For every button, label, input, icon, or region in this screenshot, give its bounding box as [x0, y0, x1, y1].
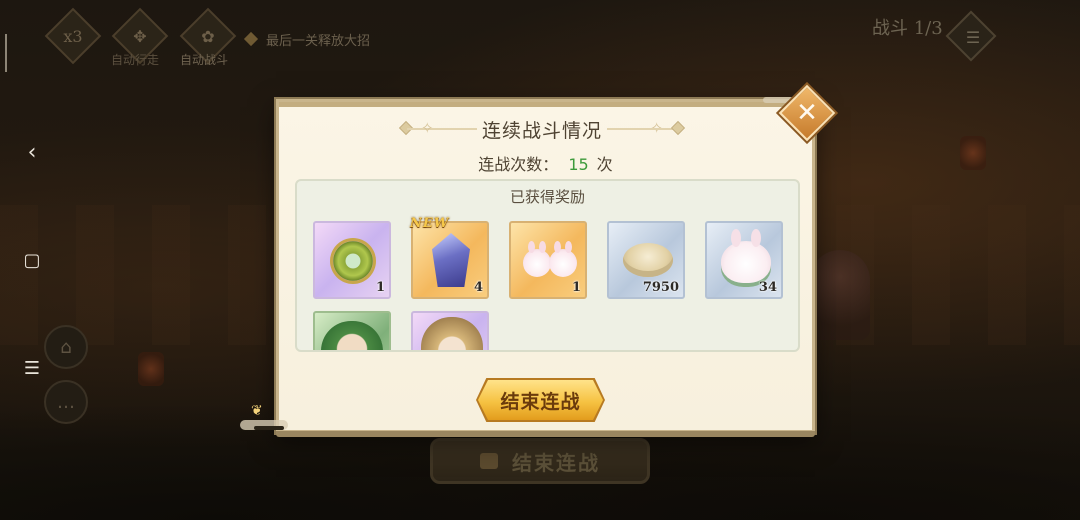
menu-icon[interactable]: ☰	[18, 354, 46, 382]
consecutive-battle-dialog: ✧ 连续战斗情况 ✧ 连战次数： 15 次 已获得奖励 1 4 1 7950	[276, 99, 815, 437]
flower-icon: ✿	[201, 26, 215, 46]
bunny-pair-icon	[521, 241, 579, 281]
reward-item[interactable]: 4	[411, 221, 489, 299]
green-hair-portrait	[321, 321, 383, 350]
back-icon[interactable]: ‹	[18, 138, 46, 166]
blue-crystal-icon	[432, 233, 470, 287]
reward-item[interactable]	[411, 311, 489, 350]
last-stage-tip[interactable]: 最后一关释放大招	[266, 30, 370, 49]
character-icon[interactable]: ⌂	[44, 325, 88, 369]
reward-count: 1	[375, 280, 385, 295]
new-badge: NEW	[410, 216, 450, 231]
end-battle-button[interactable]: 结束连战	[478, 380, 603, 420]
reward-count: 7950	[642, 280, 679, 295]
dialog-title: 连续战斗情况	[481, 119, 602, 142]
reward-item[interactable]: 7950	[607, 221, 685, 299]
home-icon[interactable]: ▢	[18, 246, 46, 274]
battle-count-unit: 次	[596, 155, 613, 174]
gold-hair-portrait	[421, 317, 483, 350]
reward-item[interactable]: 34	[705, 221, 783, 299]
ribbon-line	[607, 128, 677, 130]
system-nav-rail: ‹ ▢ ☰	[0, 0, 60, 520]
chat-icon[interactable]: …	[44, 380, 88, 424]
battle-counter: 战斗 1/3	[872, 18, 943, 39]
footsteps-icon: ✥	[133, 26, 147, 46]
reward-count: 4	[473, 280, 483, 295]
rewards-panel: 已获得奖励 1 4 1 7950 34	[295, 179, 800, 352]
lantern-left	[138, 352, 164, 386]
reward-item[interactable]	[313, 311, 391, 350]
battle-count-label: 连战次数：	[478, 155, 559, 174]
ribbon-line	[407, 128, 477, 130]
reward-item[interactable]: 1	[313, 221, 391, 299]
green-ring-icon	[330, 238, 376, 284]
cloud-ornament-shadow	[254, 426, 284, 430]
bunny-cushion-icon	[721, 229, 771, 283]
butterfly-icon: ❦	[251, 403, 263, 419]
dialog-top-trim	[279, 102, 812, 107]
box-icon	[480, 453, 498, 469]
character-sprite	[810, 250, 870, 340]
rewards-title: 已获得奖励	[509, 188, 585, 206]
battle-count: 连战次数： 15 次	[279, 151, 812, 175]
ribbon-gem-icon	[670, 120, 686, 136]
battle-count-value: 15	[568, 155, 589, 174]
background-end-battle-label: 结束连战	[512, 450, 600, 475]
reward-count: 1	[571, 280, 581, 295]
reward-item[interactable]: 1	[509, 221, 587, 299]
game-menu-icon: ☰	[965, 27, 981, 47]
title-ribbon: ✧ 连续战斗情况 ✧	[398, 114, 686, 144]
reward-count: 34	[758, 280, 777, 295]
lantern-right	[960, 136, 986, 170]
nav-indicator	[5, 34, 7, 72]
auto-battle-label: 自动战斗	[180, 53, 229, 67]
background-end-battle-button: 结束连战	[430, 438, 650, 484]
auto-walk-label: 自动行走	[111, 53, 160, 67]
sparkle-icon: ✧	[421, 119, 434, 137]
shell-icon	[623, 243, 673, 277]
speed-button[interactable]: x3	[53, 16, 93, 56]
close-icon[interactable]: ✕	[787, 93, 827, 133]
